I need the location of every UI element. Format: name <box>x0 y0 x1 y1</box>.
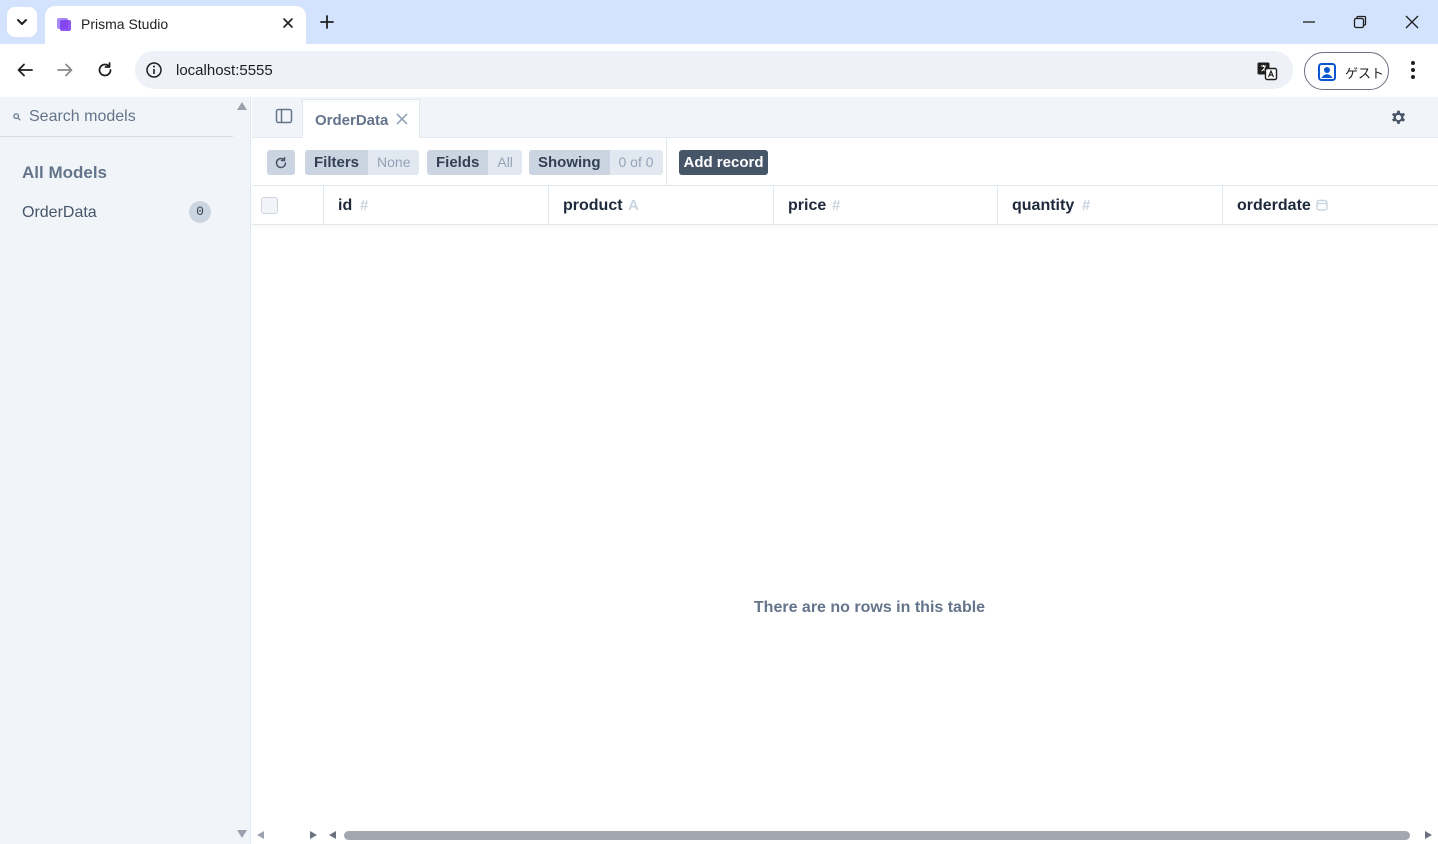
column-name: orderdate <box>1237 197 1311 214</box>
table-action-bar: Filters None Fields All Showing 0 of 0 A… <box>252 138 1438 186</box>
scroll-left-arrow-icon[interactable] <box>328 830 337 840</box>
arrow-left-icon <box>17 63 33 77</box>
reload-page-button[interactable] <box>92 57 118 83</box>
column-name: quantity <box>1012 197 1075 214</box>
more-vertical-icon <box>1411 61 1415 79</box>
translate-icon[interactable] <box>1256 60 1278 82</box>
close-icon <box>1405 15 1419 29</box>
column-header-product[interactable]: product A <box>548 186 773 225</box>
tab-label: OrderData <box>315 112 389 129</box>
string-type-icon: A <box>628 197 639 214</box>
search-models-input[interactable] <box>29 106 224 128</box>
model-search <box>0 97 233 137</box>
arrow-right-icon <box>57 63 73 77</box>
restore-button[interactable] <box>1347 9 1373 35</box>
search-icon <box>13 113 21 121</box>
filters-label: Filters <box>305 150 369 175</box>
studio-tabs-bar: OrderData <box>252 97 1438 138</box>
browser-toolbar: localhost:5555 ゲスト <box>0 44 1438 97</box>
number-type-icon: # <box>1082 197 1091 214</box>
column-name: id <box>338 197 353 214</box>
empty-table-message: There are no rows in this table <box>753 599 986 616</box>
scroll-right-arrow-icon[interactable] <box>1424 830 1433 840</box>
showing-label: Showing <box>529 150 610 175</box>
models-sidebar: All Models OrderData 0 <box>0 97 251 844</box>
select-all-checkbox[interactable] <box>261 197 278 214</box>
browser-tab-title: Prisma Studio <box>81 16 169 32</box>
table-header: id # product A price # quantity # orderd… <box>252 186 1438 225</box>
profile-button[interactable]: ゲスト <box>1304 52 1389 90</box>
browser-menu-button[interactable] <box>1402 57 1424 83</box>
number-type-icon: # <box>832 197 841 214</box>
number-type-icon: # <box>360 197 369 214</box>
chevron-down-icon <box>17 19 27 25</box>
browser-tab-strip: Prisma Studio <box>0 0 1438 44</box>
all-models-heading: All Models <box>22 163 108 182</box>
refresh-icon <box>275 156 287 168</box>
sidebar-item-orderdata[interactable]: OrderData 0 <box>14 199 219 227</box>
forward-button[interactable] <box>52 57 78 83</box>
sidebar-toggle-icon[interactable] <box>275 107 293 125</box>
minimize-icon <box>1303 21 1315 23</box>
model-record-count-badge: 0 <box>189 201 211 223</box>
scroll-down-arrow-icon[interactable] <box>236 829 248 839</box>
gear-icon[interactable] <box>1389 108 1408 127</box>
browser-tab[interactable]: Prisma Studio <box>45 6 306 44</box>
column-name: product <box>563 197 623 214</box>
column-header-price[interactable]: price # <box>773 186 997 225</box>
empty-table-message-container: There are no rows in this table <box>252 599 1438 617</box>
url-text[interactable]: localhost:5555 <box>176 62 273 79</box>
new-tab-button[interactable] <box>315 10 339 34</box>
restore-icon <box>1353 15 1367 29</box>
scroll-up-arrow-icon[interactable] <box>236 101 248 111</box>
column-header-orderdate[interactable]: orderdate <box>1222 186 1438 225</box>
column-name: price <box>788 197 827 214</box>
divider <box>666 138 667 186</box>
back-button[interactable] <box>12 57 38 83</box>
model-name: OrderData <box>22 204 97 221</box>
info-icon[interactable] <box>145 61 163 79</box>
close-icon <box>283 18 293 28</box>
fields-button[interactable]: Fields All <box>427 150 522 175</box>
add-record-button[interactable]: Add record <box>679 150 768 175</box>
scroll-right-arrow-icon[interactable] <box>309 830 318 840</box>
filters-button[interactable]: Filters None <box>305 150 420 175</box>
filters-value: None <box>368 150 420 175</box>
guest-profile-icon <box>1318 63 1336 81</box>
showing-button[interactable]: Showing 0 of 0 <box>529 150 663 175</box>
fields-label: Fields <box>427 150 489 175</box>
prisma-favicon-icon <box>57 18 71 31</box>
profile-label: ゲスト <box>1345 66 1385 81</box>
scroll-left-arrow-icon[interactable] <box>256 830 265 840</box>
showing-value: 0 of 0 <box>609 150 663 175</box>
close-icon[interactable] <box>395 112 409 126</box>
tab-search-button[interactable] <box>7 7 37 37</box>
tab-close-button[interactable] <box>278 13 298 33</box>
plus-icon <box>320 15 334 29</box>
calendar-icon <box>1316 199 1328 211</box>
column-header-quantity[interactable]: quantity # <box>997 186 1222 225</box>
address-bar[interactable]: localhost:5555 <box>135 51 1293 89</box>
fields-value: All <box>488 150 522 175</box>
minimize-button[interactable] <box>1296 9 1322 35</box>
scrollbar-thumb[interactable] <box>344 831 1410 840</box>
reload-icon <box>98 62 112 77</box>
reload-data-button[interactable] <box>267 150 295 175</box>
tab-orderdata[interactable]: OrderData <box>302 99 420 138</box>
close-window-button[interactable] <box>1399 9 1425 35</box>
column-header-id[interactable]: id # <box>323 186 548 225</box>
horizontal-scrollbar[interactable] <box>252 826 1438 844</box>
